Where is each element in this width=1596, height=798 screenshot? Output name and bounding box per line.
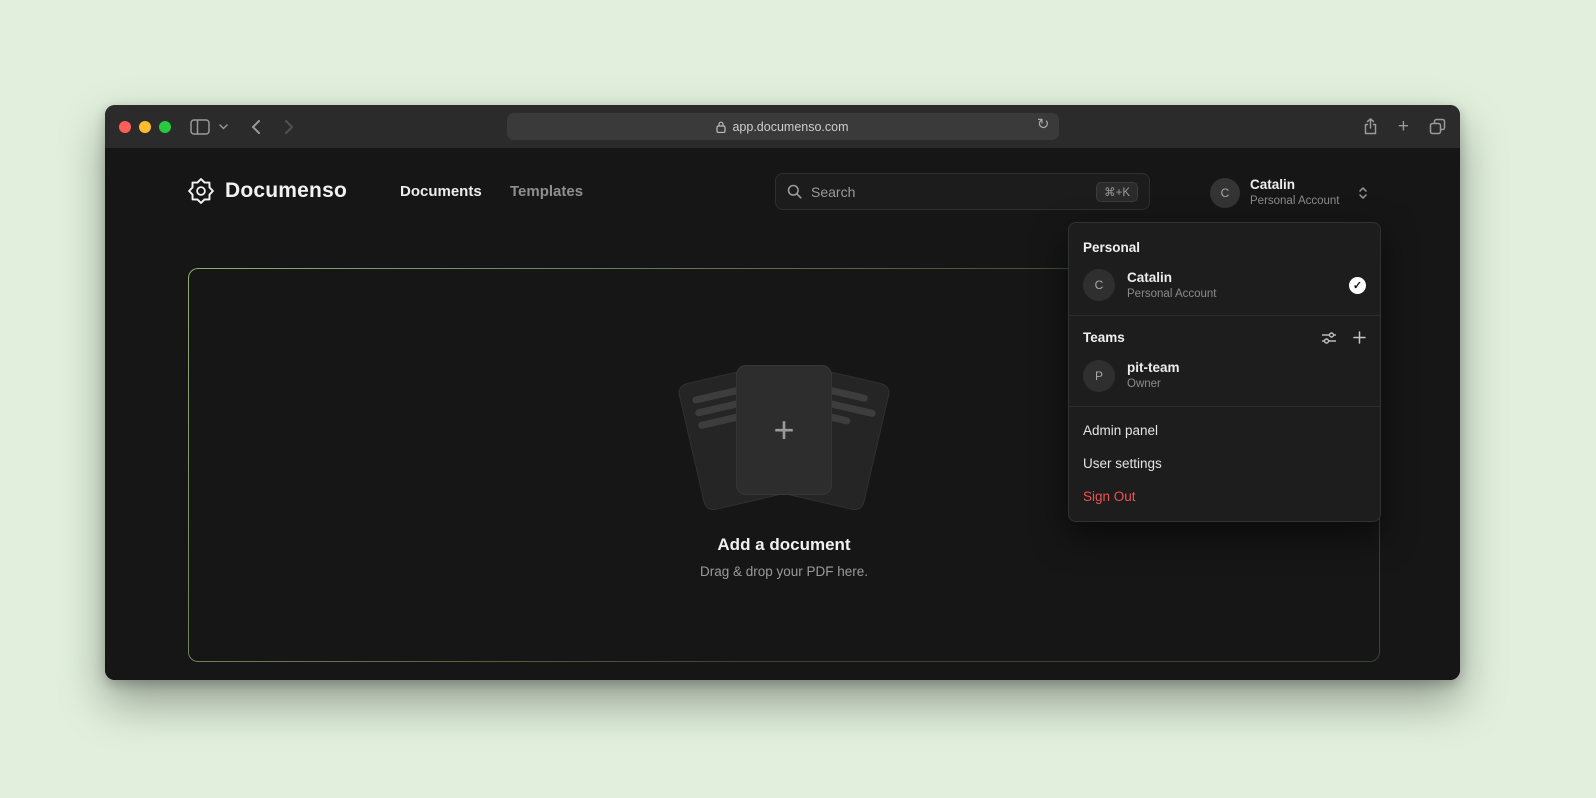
- avatar: P: [1083, 360, 1115, 392]
- documents-illustration: +: [669, 351, 899, 509]
- menu-item-user-settings[interactable]: User settings: [1069, 447, 1380, 480]
- url-text: app.documenso.com: [732, 120, 848, 134]
- add-team-icon[interactable]: [1353, 331, 1366, 344]
- menu-item-subtitle: Owner: [1127, 377, 1180, 392]
- search-shortcut-badge: ⌘+K: [1096, 182, 1138, 202]
- close-window-button[interactable]: [119, 121, 131, 133]
- menu-item-admin-panel[interactable]: Admin panel: [1069, 414, 1380, 447]
- menu-personal-label: Personal: [1069, 231, 1380, 262]
- minimize-window-button[interactable]: [139, 121, 151, 133]
- app-page: Documenso Documents Templates ⌘+K C Cata…: [105, 148, 1460, 680]
- back-icon[interactable]: [251, 119, 261, 135]
- account-dropdown-menu: Personal C Catalin Personal Account ✓ Te…: [1068, 222, 1381, 522]
- illustration-card-center: +: [736, 365, 832, 495]
- dropzone-subtitle: Drag & drop your PDF here.: [700, 564, 868, 579]
- menu-personal-account-item[interactable]: C Catalin Personal Account ✓: [1069, 262, 1380, 308]
- share-icon[interactable]: [1363, 118, 1378, 135]
- menu-teams-label: Teams: [1083, 330, 1125, 345]
- address-bar[interactable]: app.documenso.com ↻: [507, 113, 1059, 140]
- menu-divider: [1069, 315, 1380, 316]
- account-menu-trigger[interactable]: C Catalin Personal Account: [1210, 177, 1368, 208]
- window-controls: [119, 121, 171, 133]
- lock-icon: [716, 121, 726, 133]
- avatar: C: [1210, 178, 1240, 208]
- search-input[interactable]: [811, 184, 1087, 200]
- nav-templates[interactable]: Templates: [510, 183, 583, 200]
- account-subtitle: Personal Account: [1250, 194, 1340, 208]
- new-tab-icon[interactable]: +: [1398, 117, 1409, 136]
- brand-name: Documenso: [225, 179, 347, 203]
- selected-check-icon: ✓: [1349, 277, 1366, 294]
- menu-team-item[interactable]: P pit-team Owner: [1069, 352, 1380, 398]
- menu-teams-header: Teams: [1069, 323, 1380, 352]
- browser-window: app.documenso.com ↻ +: [105, 105, 1460, 680]
- zoom-window-button[interactable]: [159, 121, 171, 133]
- search-bar[interactable]: ⌘+K: [775, 173, 1150, 210]
- menu-item-subtitle: Personal Account: [1127, 287, 1217, 302]
- menu-divider: [1069, 406, 1380, 407]
- forward-icon[interactable]: [284, 119, 294, 135]
- avatar: C: [1083, 269, 1115, 301]
- reload-icon[interactable]: ↻: [1037, 117, 1050, 132]
- account-name: Catalin: [1250, 177, 1340, 194]
- chevron-down-icon[interactable]: [219, 124, 228, 130]
- tab-overview-icon[interactable]: [1429, 118, 1446, 135]
- browser-chrome: app.documenso.com ↻ +: [105, 105, 1460, 148]
- documenso-logo-icon: [188, 178, 214, 204]
- nav-documents[interactable]: Documents: [400, 183, 482, 200]
- menu-item-name: Catalin: [1127, 269, 1217, 287]
- team-settings-icon[interactable]: [1321, 331, 1337, 345]
- menu-item-name: pit-team: [1127, 359, 1180, 377]
- brand[interactable]: Documenso: [188, 178, 347, 204]
- sidebar-toggle-icon[interactable]: [190, 119, 210, 135]
- menu-item-sign-out[interactable]: Sign Out: [1069, 480, 1380, 513]
- search-icon: [787, 184, 802, 199]
- dropzone-title: Add a document: [717, 535, 850, 555]
- chrome-right-actions: +: [1363, 117, 1446, 136]
- plus-icon: +: [773, 412, 794, 448]
- chevron-updown-icon: [1358, 185, 1368, 201]
